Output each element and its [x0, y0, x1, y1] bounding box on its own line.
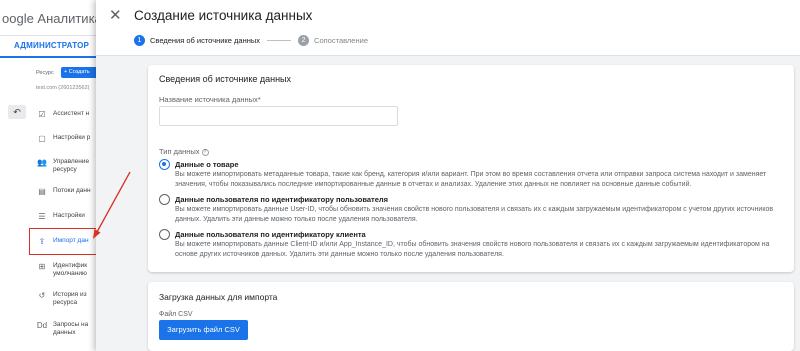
help-icon[interactable]: ?: [201, 148, 209, 156]
card-title: Сведения об источнике данных: [159, 74, 292, 84]
data-type-label-text: Тип данных: [159, 147, 200, 156]
sidebar-item-data-deletion[interactable]: Dd Запросы на данных: [36, 321, 100, 337]
settings-square-icon: ▢: [38, 134, 46, 143]
sidebar-item-label: История из ресурса: [53, 291, 87, 306]
tab-admin-label: АДМИНИСТРАТОР: [14, 41, 90, 50]
sidebar-item-label: Потоки данн: [53, 187, 91, 194]
stepper: 1 Сведения об источнике данных 2 Сопоста…: [134, 35, 368, 46]
radio-product-data[interactable]: [159, 159, 170, 170]
step-1-number: 1: [134, 35, 145, 46]
tab-admin[interactable]: АДМИНИСТРАТОР: [0, 36, 100, 58]
step-1-label: Сведения об источнике данных: [150, 36, 261, 45]
radio-user-id-data[interactable]: [159, 194, 170, 205]
card-title: Загрузка данных для импорта: [159, 292, 278, 302]
step-connector: [267, 40, 292, 41]
close-icon[interactable]: ✕: [109, 6, 122, 24]
sidebar-item-label: Запросы на данных: [53, 321, 89, 336]
sidebar-item-reporting-identity[interactable]: ⊞ Идентифик умолчанию: [36, 262, 100, 278]
data-source-name-label: Название источника данных*: [159, 95, 261, 104]
option-title: Данные о товаре: [175, 160, 239, 169]
resource-label: Ресурс: [36, 70, 54, 76]
option-title: Данные пользователя по идентификатору по…: [175, 195, 389, 204]
option-title: Данные пользователя по идентификатору кл…: [175, 230, 366, 239]
sidebar-item-label: Настройки: [53, 212, 85, 219]
upload-data-card: Загрузка данных для импорта Файл CSV Заг…: [148, 282, 794, 351]
app-header: oogle Аналитика: [0, 0, 102, 36]
sidebar-item-resource-settings[interactable]: ▢ Настройки р: [36, 134, 100, 143]
step-2-number: 2: [298, 35, 310, 46]
database-icon: ☰: [38, 212, 46, 221]
radio-client-id-data[interactable]: [159, 229, 170, 240]
history-icon: ↺: [38, 291, 46, 300]
option-description: Вы можете импортировать метаданные товар…: [175, 171, 767, 188]
sidebar-item-label: Идентифик умолчанию: [53, 262, 88, 277]
highlight-annotation-box: [29, 228, 104, 255]
option-description: Вы можете импортировать данные Client-ID…: [175, 241, 770, 258]
data-source-details-card: Сведения об источнике данных Название ис…: [148, 65, 794, 272]
create-resource-button[interactable]: + Создать: [61, 67, 101, 78]
sidebar-item-label: Управление ресурсу: [53, 158, 90, 173]
app-brand: oogle Аналитика: [2, 11, 102, 26]
data-streams-icon: ▤: [38, 187, 46, 196]
create-data-source-panel: ✕ Создание источника данных 1 Сведения о…: [96, 0, 800, 351]
option-description: Вы можете импортировать данные User-ID, …: [175, 206, 774, 223]
account-id: test.com (260123562): [36, 85, 90, 91]
panel-header: ✕ Создание источника данных 1 Сведения о…: [96, 0, 800, 56]
check-square-icon: ☑: [38, 110, 46, 119]
sidebar-item-access-management[interactable]: 👥 Управление ресурсу: [36, 158, 100, 174]
step-2-label: Сопоставление: [314, 36, 368, 45]
data-deletion-icon: Dd: [36, 321, 48, 330]
people-icon: 👥: [37, 158, 47, 167]
sidebar-item-data-settings[interactable]: ☰ Настройки: [36, 212, 100, 221]
sidebar-item-setup-assistant[interactable]: ☑ Ассистент н: [36, 110, 100, 119]
csv-file-label: Файл CSV: [159, 311, 193, 318]
upload-csv-button[interactable]: Загрузить файл CSV: [159, 320, 248, 340]
back-icon[interactable]: ↶: [8, 105, 26, 119]
data-type-label: Тип данных?: [159, 147, 209, 156]
sidebar-item-change-history[interactable]: ↺ История из ресурса: [36, 291, 100, 307]
sidebar-item-label: Настройки р: [53, 134, 91, 141]
sidebar-item-data-streams[interactable]: ▤ Потоки данн: [36, 187, 100, 196]
data-source-name-input[interactable]: [159, 106, 398, 126]
sidebar-item-label: Ассистент н: [53, 110, 90, 117]
identity-icon: ⊞: [38, 262, 46, 271]
admin-sidebar: Ресурс + Создать test.com (260123562) ↶ …: [0, 58, 101, 351]
panel-title: Создание источника данных: [134, 8, 313, 23]
